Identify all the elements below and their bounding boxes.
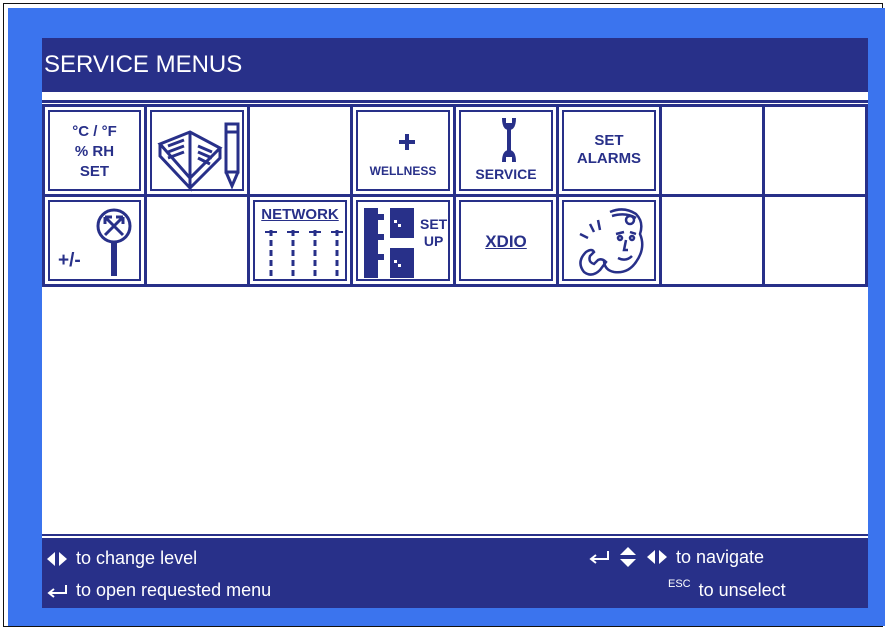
tile-setup-line2: UP (423, 233, 444, 249)
tile-service-label: SERVICE (475, 166, 537, 182)
page-title: SERVICE MENUS (44, 51, 243, 78)
tile-empty-3 (762, 104, 868, 197)
esc-key-label: ESC (668, 577, 691, 590)
setup-icon (364, 208, 414, 278)
plus-icon (399, 134, 415, 150)
tile-temp-units[interactable]: °C / °F % RH SET (42, 104, 147, 197)
tile-temp-units-line1: °C / °F (72, 123, 117, 140)
menu-row-1: °C / °F % RH SET WELLNESS SERVICE SET AL… (42, 104, 868, 197)
tile-manual[interactable] (144, 104, 250, 197)
divider-bottom (42, 534, 868, 536)
tile-xdio[interactable]: XDIO (453, 194, 559, 287)
footer-navigate: to navigate (588, 546, 764, 568)
tile-empty-4 (144, 194, 250, 287)
magnifier-icon (96, 208, 132, 276)
tile-network-label: NETWORK (261, 206, 339, 223)
tile-empty-2 (659, 104, 765, 197)
tile-set-alarms[interactable]: SET ALARMS (556, 104, 662, 197)
enter-icon (589, 551, 609, 564)
tile-service[interactable]: SERVICE (453, 104, 559, 197)
tile-technician[interactable] (556, 194, 662, 287)
footer-help-bar: to change level to open requested menu t… (42, 538, 868, 608)
network-icon (265, 230, 343, 276)
tile-network[interactable]: NETWORK (247, 194, 353, 287)
tile-wellness[interactable]: WELLNESS (350, 104, 456, 197)
tile-empty-1 (247, 104, 353, 197)
menu-grid: °C / °F % RH SET WELLNESS SERVICE SET AL… (42, 104, 868, 291)
wrench-icon (502, 118, 516, 162)
arrow-left-right-icon (647, 550, 667, 564)
service-menus-panel: SERVICE MENUS °C / °F % RH SET WELLNESS … (42, 38, 868, 608)
change-level-text: to change level (76, 548, 198, 568)
tile-temp-units-line2: % RH (74, 143, 115, 160)
technician-icon (579, 208, 644, 276)
menu-row-2: +/- NETWORK SET UP XDIO (42, 194, 868, 287)
arrow-left-right-icon (47, 551, 67, 566)
tile-empty-5 (659, 194, 765, 287)
tile-set-alarms-line1: SET (594, 132, 624, 149)
tile-setup-line1: SET (420, 216, 448, 232)
footer-change-level: to change level (46, 548, 197, 569)
tile-empty-6 (762, 194, 868, 287)
footer-unselect: ESC to unselect (668, 577, 786, 601)
tile-wellness-label: WELLNESS (369, 164, 437, 178)
page-title-bar: SERVICE MENUS (42, 38, 868, 92)
navigate-text: to navigate (676, 546, 765, 567)
tile-xdio-label: XDIO (485, 232, 527, 251)
tile-offset-label: +/- (58, 250, 81, 271)
tile-offset[interactable]: +/- (42, 194, 147, 287)
unselect-text: to unselect (698, 580, 786, 600)
divider-top (42, 100, 868, 103)
footer-open-menu: to open requested menu (46, 580, 271, 601)
tile-setup[interactable]: SET UP (350, 194, 456, 287)
open-menu-text: to open requested menu (76, 580, 272, 600)
tile-set-alarms-line2: ALARMS (576, 150, 642, 167)
tile-temp-units-line3: SET (79, 163, 110, 180)
arrow-up-down-icon (620, 547, 636, 567)
enter-icon (47, 584, 67, 598)
book-pencil-icon (157, 122, 240, 192)
